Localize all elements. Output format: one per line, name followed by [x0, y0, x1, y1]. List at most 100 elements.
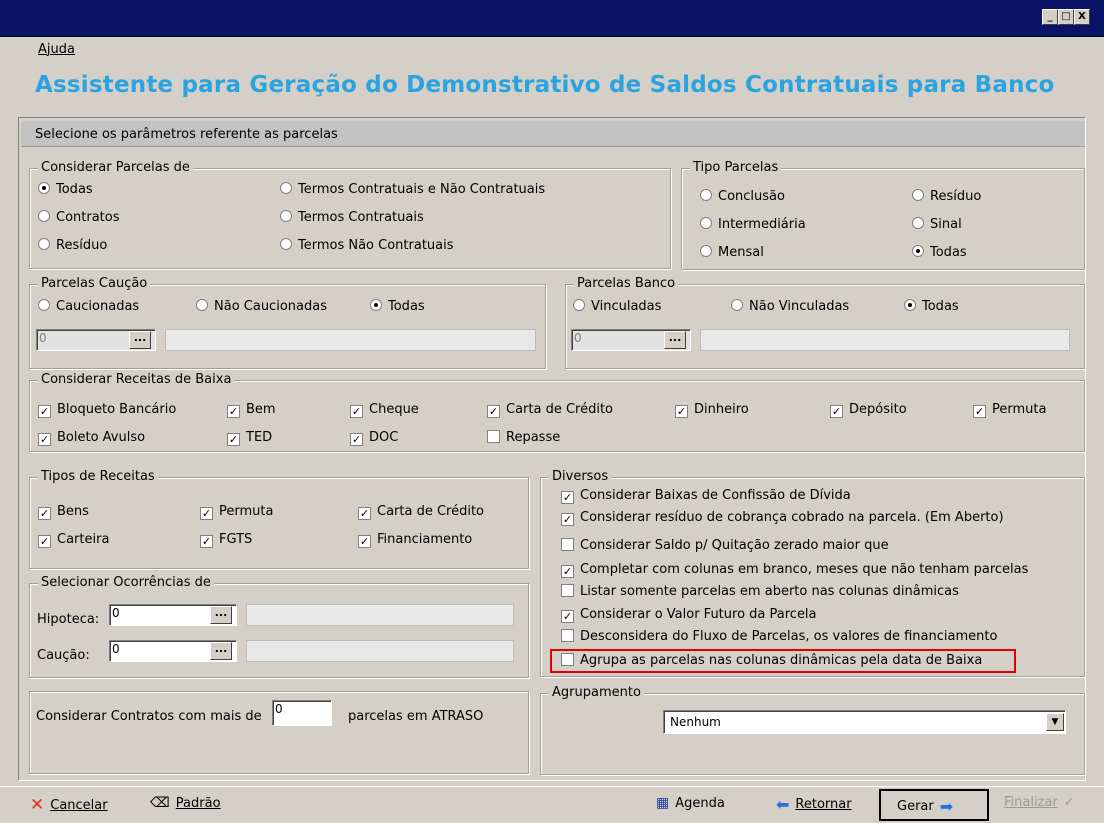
radio-todas[interactable]: Todas: [38, 182, 93, 197]
checkbox-label: Desconsidera do Fluxo de Parcelas, os va…: [580, 629, 998, 644]
hipoteca-browse-button[interactable]: ...: [210, 606, 232, 624]
check-doc[interactable]: ✓ DOC: [350, 430, 398, 446]
check-bens[interactable]: ✓ Bens: [38, 504, 89, 520]
check-boleto-avulso[interactable]: ✓ Boleto Avulso: [38, 430, 145, 446]
radio-mensal[interactable]: Mensal: [700, 245, 764, 260]
radio-icon: [700, 217, 712, 229]
group-agrupamento: Agrupamento Nenhum ▼: [540, 685, 1085, 775]
generate-button[interactable]: Gerar ➡: [879, 789, 989, 821]
checkbox-label: Bem: [246, 402, 276, 417]
check-permuta[interactable]: ✓ Permuta: [200, 504, 273, 520]
checkbox-icon: ✓: [200, 507, 213, 520]
check-residuo-cobranca[interactable]: ✓ Considerar resíduo de cobrança cobrado …: [561, 510, 1004, 526]
back-button[interactable]: ⬅ Retornar: [776, 795, 852, 814]
checkbox-label: FGTS: [219, 532, 253, 547]
radio-nao-caucionadas[interactable]: Não Caucionadas: [196, 299, 327, 314]
radio-nao-vinculadas[interactable]: Não Vinculadas: [731, 299, 849, 314]
radio-banco-todas[interactable]: Todas: [904, 299, 959, 314]
check-dinheiro[interactable]: ✓ Dinheiro: [675, 402, 749, 418]
banco-browse-button[interactable]: ...: [664, 331, 686, 349]
check-deposito[interactable]: ✓ Depósito: [830, 402, 907, 418]
checkbox-icon: ✓: [830, 405, 843, 418]
check-desconsidera-financiamento[interactable]: Desconsidera do Fluxo de Parcelas, os va…: [561, 629, 997, 644]
check-bloqueto-bancario[interactable]: ✓ Bloqueto Bancário: [38, 402, 176, 418]
checkbox-label: TED: [246, 430, 273, 445]
maximize-button[interactable]: □: [1058, 9, 1074, 25]
radio-termos-contratuais[interactable]: Termos Contratuais: [280, 210, 424, 225]
radio-intermediaria[interactable]: Intermediária: [700, 217, 806, 232]
checkbox-label: Cheque: [369, 402, 419, 417]
check-carta-credito-receita[interactable]: ✓ Carta de Crédito: [358, 504, 484, 520]
close-button[interactable]: X: [1074, 9, 1090, 25]
button-label: Retornar: [795, 797, 852, 812]
check-fgts[interactable]: ✓ FGTS: [200, 532, 252, 548]
radio-caucao-todas[interactable]: Todas: [370, 299, 425, 314]
radio-caucionadas[interactable]: Caucionadas: [38, 299, 139, 314]
check-baixas-confissao[interactable]: ✓ Considerar Baixas de Confissão de Dívid…: [561, 488, 851, 504]
radio-icon: [912, 217, 924, 229]
radio-icon: [700, 245, 712, 257]
check-bem[interactable]: ✓ Bem: [227, 402, 276, 418]
checkbox-icon: ✓: [561, 491, 574, 504]
radio-label: Termos Contratuais: [298, 210, 424, 225]
radio-termos-nao-contratuais[interactable]: Termos Não Contratuais: [280, 238, 454, 253]
group-parcelas-caucao: Parcelas Caução Caucionadas Não Cauciona…: [29, 276, 546, 369]
menu-help[interactable]: Ajuda: [38, 42, 75, 57]
checkbox-icon: ✓: [561, 513, 574, 526]
check-carteira[interactable]: ✓ Carteira: [38, 532, 109, 548]
group-title: Agrupamento: [549, 685, 644, 700]
checkbox-label: Bens: [57, 504, 89, 519]
check-completar-colunas[interactable]: ✓ Completar com colunas em branco, meses …: [561, 562, 1028, 578]
check-ted[interactable]: ✓ TED: [227, 430, 272, 446]
atraso-input[interactable]: 0: [272, 700, 332, 726]
caucao-browse-button[interactable]: ...: [129, 331, 151, 349]
radio-vinculadas[interactable]: Vinculadas: [573, 299, 661, 314]
cancel-button[interactable]: ✕ Cancelar: [30, 795, 108, 815]
chevron-down-icon[interactable]: ▼: [1046, 713, 1064, 731]
check-cheque[interactable]: ✓ Cheque: [350, 402, 419, 418]
check-carta-credito[interactable]: ✓ Carta de Crédito: [487, 402, 613, 418]
default-button[interactable]: ⌫ Padrão: [150, 795, 221, 811]
radio-icon: [280, 210, 292, 222]
group-parcelas-banco: Parcelas Banco Vinculadas Não Vinculadas…: [565, 276, 1085, 369]
check-saldo-quitacao[interactable]: Considerar Saldo p/ Quitação zerado maio…: [561, 538, 889, 553]
group-tipos-receitas: Tipos de Receitas ✓ Bens ✓ Permuta ✓ Carta …: [29, 469, 529, 569]
check-permuta-baixa[interactable]: ✓ Permuta: [973, 402, 1046, 418]
check-agrupa-data-baixa[interactable]: Agrupa as parcelas nas colunas dinâmicas…: [561, 653, 982, 668]
checkbox-icon: ✓: [675, 405, 688, 418]
radio-icon: [731, 299, 743, 311]
checkbox-label: Completar com colunas em branco, meses q…: [580, 562, 1029, 577]
button-label: Finalizar: [1004, 795, 1058, 810]
check-repasse[interactable]: Repasse: [487, 430, 560, 445]
radio-sinal[interactable]: Sinal: [912, 217, 962, 232]
radio-contratos[interactable]: Contratos: [38, 210, 120, 225]
checkbox-label: Listar somente parcelas em aberto nas co…: [580, 584, 959, 599]
radio-tipo-residuo[interactable]: Resíduo: [912, 189, 981, 204]
finish-button[interactable]: Finalizar ✓: [1004, 795, 1075, 810]
radio-residuo[interactable]: Resíduo: [38, 238, 107, 253]
group-title: Parcelas Caução: [38, 276, 151, 291]
checkbox-label: Considerar Saldo p/ Quitação zerado maio…: [580, 538, 889, 553]
group-ocorrencias: Selecionar Ocorrências de Hipoteca: 0 ..…: [29, 575, 529, 678]
check-valor-futuro[interactable]: ✓ Considerar o Valor Futuro da Parcela: [561, 607, 817, 623]
button-label: Gerar: [897, 799, 934, 814]
radio-termos-todos[interactable]: Termos Contratuais e Não Contratuais: [280, 182, 545, 197]
agrupamento-select[interactable]: Nenhum: [663, 710, 1066, 734]
agenda-button[interactable]: ▦ Agenda: [656, 795, 725, 811]
radio-icon: [700, 189, 712, 201]
minimize-button[interactable]: _: [1042, 9, 1058, 25]
check-listar-aberto[interactable]: Listar somente parcelas em aberto nas co…: [561, 584, 959, 599]
caucao-ocorrencia-browse-button[interactable]: ...: [210, 642, 232, 660]
radio-label: Não Caucionadas: [214, 299, 327, 314]
checkbox-label: Repasse: [506, 430, 561, 445]
radio-tipo-todas[interactable]: Todas: [912, 245, 967, 260]
checkbox-icon: ✓: [200, 535, 213, 548]
radio-icon: [912, 245, 924, 257]
check-financiamento[interactable]: ✓ Financiamento: [358, 532, 472, 548]
checkbox-icon: ✓: [973, 405, 986, 418]
radio-label: Não Vinculadas: [749, 299, 850, 314]
checkbox-icon: ✓: [38, 433, 51, 446]
checkbox-label: Permuta: [992, 402, 1047, 417]
radio-conclusao[interactable]: Conclusão: [700, 189, 785, 204]
radio-label: Contratos: [56, 210, 120, 225]
